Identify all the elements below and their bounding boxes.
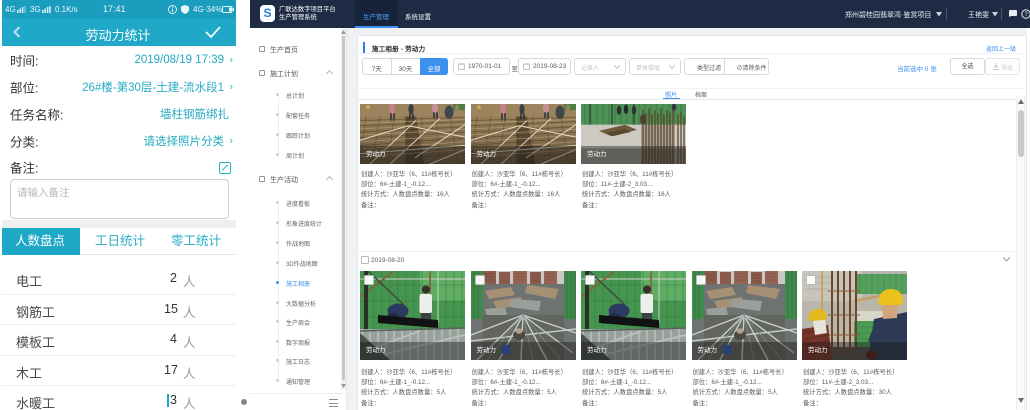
svg-text:?: ? bbox=[1024, 11, 1028, 18]
